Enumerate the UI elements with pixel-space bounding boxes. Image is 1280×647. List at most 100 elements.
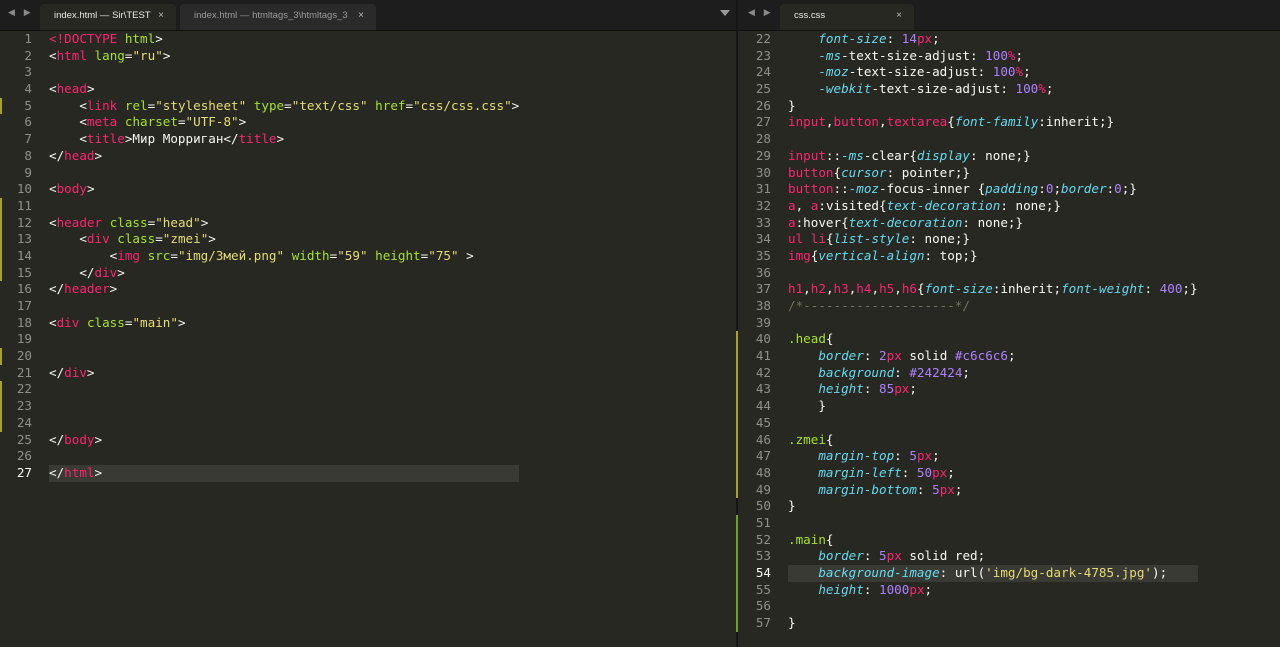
code-line[interactable] [788,515,1198,532]
code-token: html [64,464,95,480]
code-line[interactable] [788,315,1198,332]
code-line[interactable]: img{vertical-align: top;} [788,248,1198,265]
code-token: div [86,231,110,247]
code-line[interactable]: } [788,98,1198,115]
code-line[interactable]: </div> [49,265,519,282]
code-line[interactable]: -webkit-text-size-adjust: 100%; [788,81,1198,98]
line-number: 25 [16,431,32,447]
code-line[interactable]: </html> [49,464,520,482]
css-editor-pane[interactable]: 22 23 24 25 26 27 28 29 30 31 32 33 34 35 36 37 38 39 40 41… [736,31,1280,647]
code-token: px [939,481,955,497]
code-line[interactable]: input::-ms-clear{display: none;} [788,148,1198,165]
code-line[interactable]: <header class="head"> [49,215,519,232]
code-line[interactable]: -moz-text-size-adjust: 100%; [788,64,1198,81]
chevron-down-icon[interactable] [720,10,730,16]
code-line[interactable]: .main{ [788,532,1198,549]
code-line[interactable]: button::-moz-focus-inner {padding:0;bord… [788,181,1198,198]
code-token: > [86,181,95,197]
code-line[interactable]: height: 85px; [788,381,1198,398]
code-line[interactable]: -ms-text-size-adjust: 100%; [788,48,1198,65]
code-line[interactable]: background: #242424; [788,365,1198,382]
code-line[interactable]: border: 2px solid #c6c6c6; [788,348,1198,365]
code-token: </ [49,364,65,380]
code-line[interactable]: h1,h2,h3,h4,h5,h6{font-size:inherit;font… [788,281,1198,298]
code-line[interactable]: </head> [49,148,519,165]
code-line[interactable]: /*--------------------*/ [788,298,1198,315]
code-line[interactable]: ul li{list-style: none;} [788,231,1198,248]
code-line[interactable] [49,415,519,432]
close-icon[interactable]: × [358,4,364,28]
code-line[interactable]: font-size: 14px; [788,31,1198,48]
code-token: , [825,281,834,297]
line-number: 32 [755,197,771,213]
code-line[interactable] [49,348,519,365]
code-area[interactable]: <!DOCTYPE html> <html lang="ru"> <head> <… [49,31,520,482]
code-line[interactable]: } [788,498,1198,515]
code-line[interactable]: <title>Мир Морриган</title> [49,131,519,148]
code-token: < [49,131,87,147]
code-line[interactable]: </body> [49,432,519,449]
code-line[interactable]: <head> [49,81,519,98]
code-line[interactable]: input,button,textarea{font-family:inheri… [788,114,1198,131]
line-number: 34 [755,231,771,247]
code-token: :hover{ [795,214,849,230]
code-line[interactable]: margin-bottom: 5px; [788,482,1198,499]
code-line[interactable]: <html lang="ru"> [49,48,519,65]
code-line[interactable] [49,64,519,81]
code-line[interactable]: button{cursor: pointer;} [788,165,1198,182]
code-line[interactable] [788,265,1198,282]
code-token: #242424 [909,364,963,380]
code-line[interactable]: } [788,398,1198,415]
nav-arrows-icon[interactable]: ◀ ▶ [748,8,774,18]
line-number-gutter: 22 23 24 25 26 27 28 29 30 31 32 33 34 35 36 37 38 39 40 41… [736,31,771,647]
code-line[interactable] [49,165,519,182]
code-line[interactable] [49,448,519,465]
code-line[interactable]: <div class="zmei"> [49,231,519,248]
code-line[interactable]: margin-top: 5px; [788,448,1198,465]
code-line[interactable]: height: 1000px; [788,582,1198,599]
code-line[interactable] [49,381,519,398]
code-line[interactable] [49,331,519,348]
line-number: 27 [755,114,771,130]
tab-index-html-test[interactable]: index.html — Sir\TEST × [40,4,176,30]
code-line[interactable]: } [788,615,1198,632]
code-line[interactable]: <link rel="stylesheet" type="text/css" h… [49,98,519,115]
code-line[interactable]: margin-left: 50px; [788,465,1198,482]
code-line[interactable]: .head{ [788,331,1198,348]
code-line[interactable] [49,298,519,315]
code-line[interactable]: <body> [49,181,519,198]
close-icon[interactable]: × [896,4,902,28]
code-token: 5 [879,548,887,564]
code-area[interactable]: font-size: 14px; -ms-text-size-adjust: 1… [788,31,1198,632]
code-line[interactable]: .zmei{ [788,432,1198,449]
code-token: > [155,31,163,46]
code-token: -ms [841,147,864,163]
nav-arrows-icon[interactable]: ◀ ▶ [8,8,34,18]
code-token: 5 [909,448,917,464]
code-line[interactable]: <div class="main"> [49,315,519,332]
html-editor-pane[interactable]: 1 2 3 4 5 6 7 8 9 10 11 12 13 14 15 16 17 18 19 20 21 22 23 24 2… [0,31,736,647]
code-line[interactable]: a, a:visited{text-decoration: none;} [788,198,1198,215]
code-line[interactable] [788,131,1198,148]
code-line[interactable]: border: 5px solid red; [788,548,1198,565]
modified-line-marker [0,197,2,215]
code-line[interactable]: a:hover{text-decoration: none;} [788,215,1198,232]
code-line[interactable] [49,198,519,215]
line-number: 42 [736,364,771,382]
tab-css-css[interactable]: css.css × [780,4,914,30]
code-line[interactable] [49,398,519,415]
code-token: -moz [848,181,880,197]
code-line[interactable]: </div> [49,365,519,382]
code-line[interactable]: </header> [49,281,519,298]
code-line[interactable] [788,598,1198,615]
tab-index-html-htmltags[interactable]: index.html — htmltags_3\htmltags_3 × [180,4,376,30]
close-icon[interactable]: × [158,4,164,28]
code-line[interactable] [788,415,1198,432]
code-line[interactable]: background-image: url('img/bg-dark-4785.… [788,565,1198,582]
code-line[interactable]: <img src="img/Змей.png" width="59" heigh… [49,248,519,265]
code-token: "stylesheet" [155,97,247,113]
code-line[interactable]: <meta charset="UTF-8"> [49,114,519,131]
code-line[interactable]: <!DOCTYPE html> [49,31,519,48]
code-token: } [788,615,796,631]
